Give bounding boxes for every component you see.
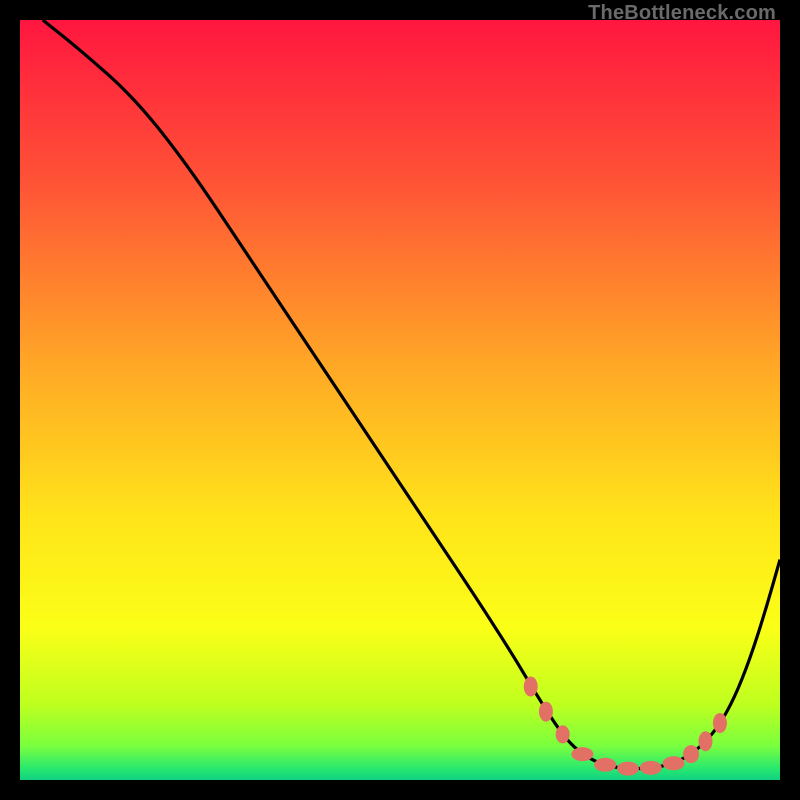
data-marker — [713, 713, 727, 733]
chart-frame: TheBottleneck.com — [0, 0, 800, 800]
gradient-background — [20, 20, 780, 780]
chart-plot — [20, 20, 780, 780]
data-marker — [539, 702, 553, 722]
data-marker — [699, 731, 713, 751]
data-marker — [663, 756, 685, 770]
data-marker — [683, 745, 699, 763]
data-marker — [556, 725, 570, 743]
data-marker — [617, 762, 639, 776]
data-marker — [571, 747, 593, 761]
data-marker — [594, 758, 616, 772]
data-marker — [524, 677, 538, 697]
data-marker — [640, 761, 662, 775]
